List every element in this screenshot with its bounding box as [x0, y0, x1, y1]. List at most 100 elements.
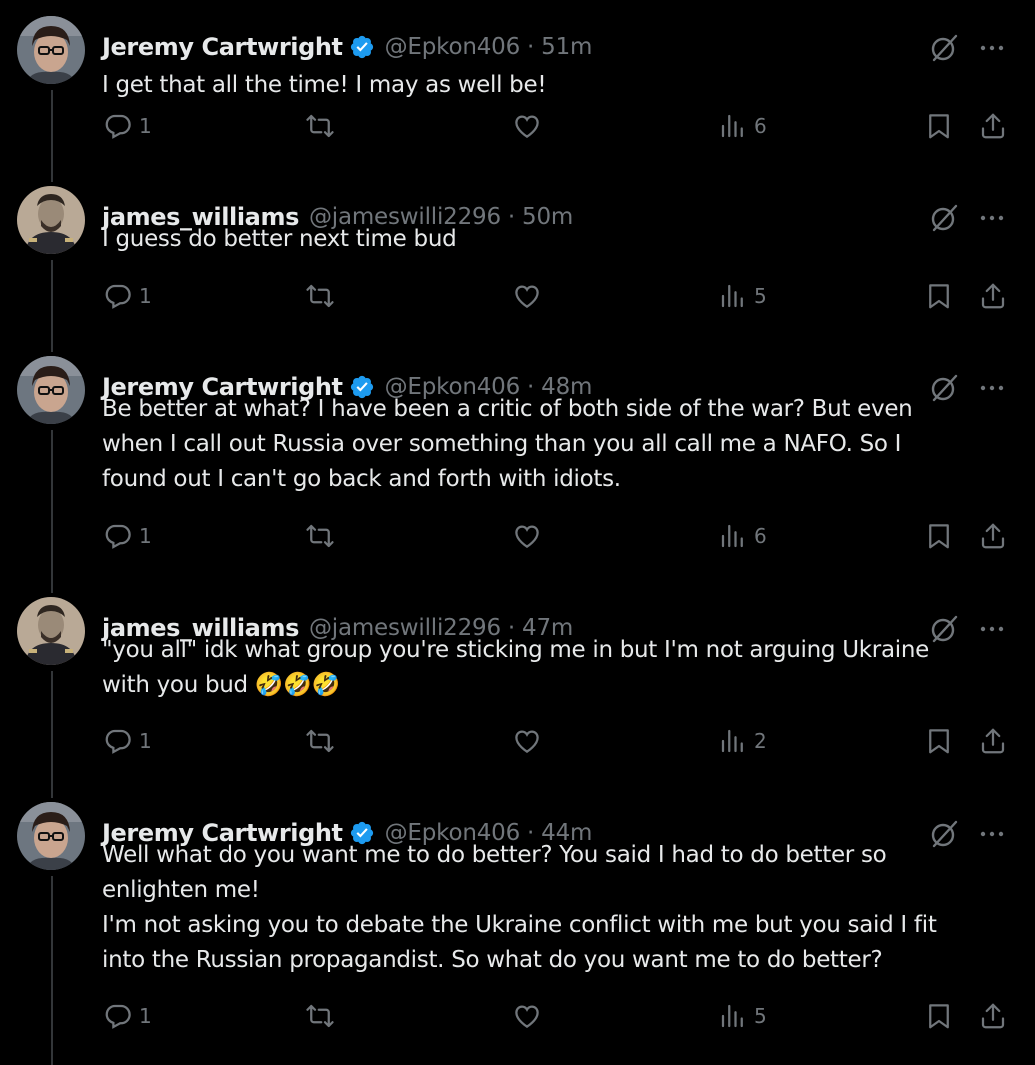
like-button[interactable] [512, 724, 542, 758]
timestamp[interactable]: 51m [541, 30, 592, 64]
reply-button[interactable]: 1 [103, 279, 152, 313]
grok-icon[interactable] [928, 202, 960, 234]
tweet-text-line: found out I can't go back and forth with… [102, 466, 621, 492]
share-button[interactable] [978, 724, 1008, 758]
tweet-actions: 1 6 [0, 519, 1035, 553]
share-button[interactable] [978, 109, 1008, 143]
reply-count: 1 [139, 284, 152, 308]
like-button[interactable] [512, 109, 542, 143]
bookmark-icon [929, 284, 949, 309]
tweet-text-line: Well what do you want me to do better? Y… [102, 842, 887, 868]
more-options-icon[interactable] [976, 32, 1008, 64]
heart-icon [515, 525, 539, 548]
reply-icon [105, 1004, 131, 1029]
like-button[interactable] [512, 999, 542, 1033]
avatar-james[interactable] [17, 597, 85, 665]
tweet-header: Jeremy Cartwright @Epkon406 · 51m [102, 30, 592, 64]
tweet-text: I get that all the time! I may as well b… [102, 68, 1002, 103]
tweet-text-line: when I call out Russia over something th… [102, 431, 902, 457]
reply-button[interactable]: 1 [103, 109, 152, 143]
views-button[interactable]: 5 [718, 279, 767, 313]
share-button[interactable] [978, 519, 1008, 553]
repost-button[interactable] [305, 519, 335, 553]
bookmark-button[interactable] [924, 724, 954, 758]
separator-dot: · [527, 34, 535, 60]
views-count: 5 [754, 1004, 767, 1028]
tweet-text-line: I'm not asking you to debate the Ukraine… [102, 912, 937, 938]
views-count: 5 [754, 284, 767, 308]
share-button[interactable] [978, 279, 1008, 313]
tweet-text-line: into the Russian propagandist. So what d… [102, 947, 883, 973]
grok-icon[interactable] [928, 613, 960, 645]
bookmark-button[interactable] [924, 999, 954, 1033]
reply-count: 1 [139, 1004, 152, 1028]
reply-icon [105, 524, 131, 549]
tweet-text: Be better at what? I have been a critic … [102, 392, 1002, 497]
avatar-jeremy[interactable] [17, 356, 85, 424]
repost-button[interactable] [305, 724, 335, 758]
more-options-icon[interactable] [976, 613, 1008, 645]
tweet-actions: 1 2 [0, 724, 1035, 758]
like-button[interactable] [512, 279, 542, 313]
reply-button[interactable]: 1 [103, 724, 152, 758]
bookmark-button[interactable] [924, 109, 954, 143]
views-button[interactable]: 5 [718, 999, 767, 1033]
thread-line [51, 876, 53, 1065]
share-icon [981, 523, 1005, 549]
bookmark-icon [929, 524, 949, 549]
tweet-text-line: "you all" idk what group you're sticking… [102, 637, 929, 663]
display-name[interactable]: Jeremy Cartwright [102, 30, 343, 64]
avatar-jeremy[interactable] [17, 802, 85, 870]
avatar-james[interactable] [17, 186, 85, 254]
repost-button[interactable] [305, 999, 335, 1033]
grok-icon[interactable] [928, 32, 960, 64]
views-button[interactable]: 6 [718, 109, 767, 143]
repost-button[interactable] [305, 109, 335, 143]
share-button[interactable] [978, 999, 1008, 1033]
grok-icon[interactable] [928, 372, 960, 404]
more-options-icon[interactable] [976, 818, 1008, 850]
like-button[interactable] [512, 519, 542, 553]
user-handle[interactable]: @Epkon406 [385, 30, 521, 64]
reply-count: 1 [139, 114, 152, 138]
tweet-text: "you all" idk what group you're sticking… [102, 633, 1002, 703]
tweet-text-line: I guess do better next time bud [102, 226, 457, 252]
share-icon [981, 283, 1005, 309]
share-icon [981, 728, 1005, 754]
heart-icon [515, 1005, 539, 1028]
thread-line [51, 430, 53, 593]
heart-icon [515, 115, 539, 138]
repost-icon [306, 729, 334, 753]
reply-button[interactable]: 1 [103, 999, 152, 1033]
grok-icon[interactable] [928, 818, 960, 850]
reply-count: 1 [139, 524, 152, 548]
tweet-text-line: with you bud 🤣🤣🤣 [102, 672, 340, 698]
tweet-text: Well what do you want me to do better? Y… [102, 838, 1002, 978]
views-button[interactable]: 2 [718, 724, 767, 758]
repost-icon [306, 114, 334, 138]
heart-icon [515, 285, 539, 308]
bookmark-icon [929, 729, 949, 754]
reply-icon [105, 729, 131, 754]
tweet-text-line: I get that all the time! I may as well b… [102, 72, 547, 98]
views-count: 2 [754, 729, 767, 753]
heart-icon [515, 730, 539, 753]
bookmark-icon [929, 1004, 949, 1029]
bookmark-button[interactable] [924, 519, 954, 553]
avatar-jeremy[interactable] [17, 16, 85, 84]
repost-icon [306, 1004, 334, 1028]
tweet-text-line: enlighten me! [102, 877, 260, 903]
views-icon [721, 114, 743, 138]
bookmark-button[interactable] [924, 279, 954, 313]
views-icon [721, 1004, 743, 1028]
reply-button[interactable]: 1 [103, 519, 152, 553]
repost-button[interactable] [305, 279, 335, 313]
repost-icon [306, 524, 334, 548]
tweet-text: I guess do better next time bud [102, 222, 1002, 257]
bookmark-icon [929, 114, 949, 139]
more-options-icon[interactable] [976, 372, 1008, 404]
reply-count: 1 [139, 729, 152, 753]
views-button[interactable]: 6 [718, 519, 767, 553]
more-options-icon[interactable] [976, 202, 1008, 234]
reply-icon [105, 114, 131, 139]
